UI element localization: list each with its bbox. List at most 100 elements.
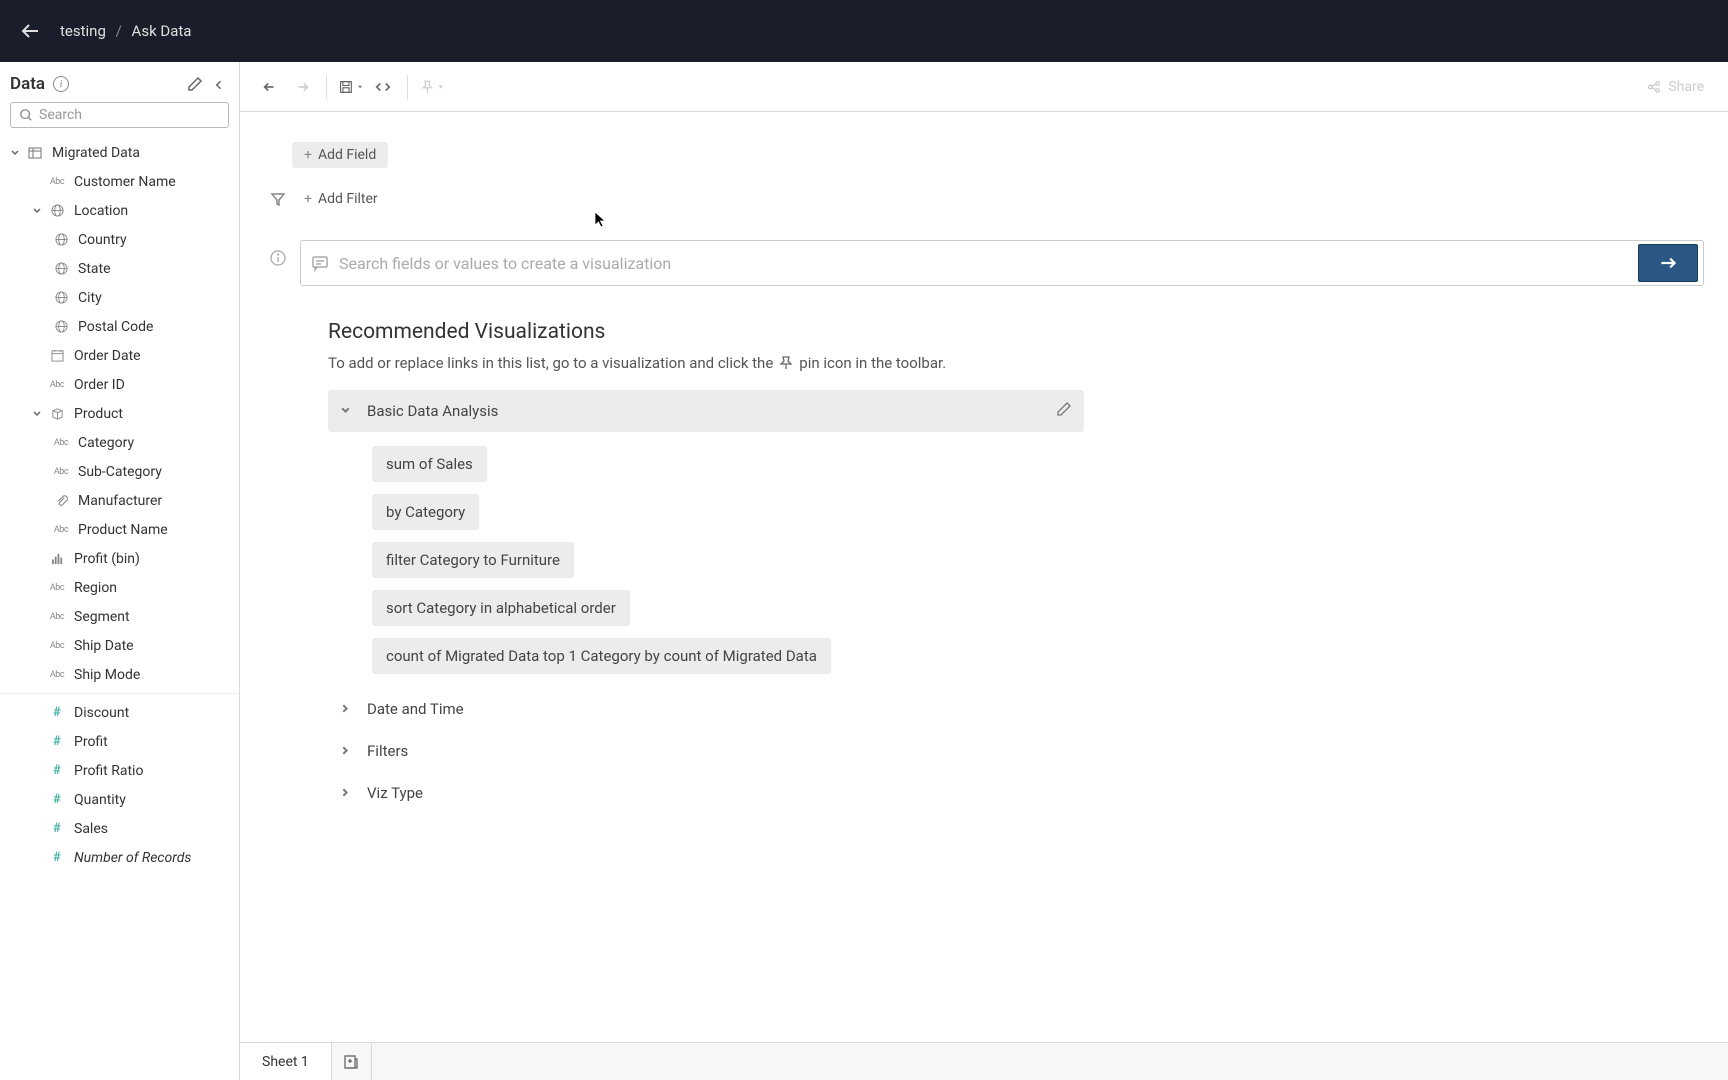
rec-group-header[interactable]: Filters	[328, 730, 1084, 772]
measure-item[interactable]: #Profit	[0, 727, 239, 756]
search-viz-input[interactable]	[339, 254, 1628, 273]
edit-icon[interactable]	[1056, 401, 1072, 421]
text-field-icon: Abc	[48, 378, 66, 392]
field-item[interactable]: Location	[0, 196, 239, 225]
bin-field-icon	[48, 552, 66, 566]
plus-icon: +	[304, 191, 312, 207]
rec-group-header[interactable]: Basic Data Analysis	[328, 390, 1084, 432]
number-field-icon: #	[48, 735, 66, 749]
undo-button[interactable]	[254, 71, 286, 103]
toolbar-separator	[326, 75, 327, 99]
add-sheet-button[interactable]	[332, 1043, 372, 1080]
field-item[interactable]: AbcRegion	[0, 573, 239, 602]
field-item[interactable]: AbcProduct Name	[0, 515, 239, 544]
field-item[interactable]: Postal Code	[0, 312, 239, 341]
rec-suggestion-chip[interactable]: filter Category to Furniture	[372, 542, 574, 578]
field-label: Number of Records	[74, 850, 191, 866]
sidebar-search[interactable]	[10, 102, 229, 128]
field-item[interactable]: AbcSegment	[0, 602, 239, 631]
field-label: Sub-Category	[78, 464, 162, 480]
measure-item[interactable]: #Quantity	[0, 785, 239, 814]
number-field-icon: #	[48, 851, 66, 865]
field-label: Customer Name	[74, 174, 176, 190]
datasource-label: Migrated Data	[52, 145, 140, 161]
breadcrumb: testing / Ask Data	[60, 22, 191, 40]
text-field-icon: Abc	[48, 175, 66, 189]
measure-item[interactable]: #Discount	[0, 698, 239, 727]
add-field-button[interactable]: + Add Field	[292, 142, 388, 168]
field-label: Ship Mode	[74, 667, 140, 683]
info-icon[interactable]: i	[53, 76, 69, 92]
share-label: Share	[1668, 79, 1704, 95]
field-label: State	[78, 261, 111, 277]
field-label: Profit Ratio	[74, 763, 143, 779]
chevron-icon	[340, 784, 351, 802]
field-label: Segment	[74, 609, 130, 625]
measure-item[interactable]: # Number of Records	[0, 843, 239, 872]
text-field-icon: Abc	[48, 668, 66, 682]
field-item[interactable]: Abc Ship Mode	[0, 660, 239, 689]
field-tree: Migrated Data Abc Customer Name Location Co…	[0, 136, 239, 874]
field-label: Profit (bin)	[74, 551, 140, 567]
pin-dropdown-button	[416, 71, 448, 103]
field-item[interactable]: Manufacturer	[0, 486, 239, 515]
save-dropdown-button[interactable]	[335, 71, 367, 103]
measure-item[interactable]: #Sales	[0, 814, 239, 843]
share-icon	[1646, 79, 1662, 95]
field-item[interactable]: Profit (bin)	[0, 544, 239, 573]
recommendations-title: Recommended Visualizations	[328, 320, 1084, 344]
field-item[interactable]: City	[0, 283, 239, 312]
breadcrumb-root[interactable]: testing	[60, 22, 106, 40]
submit-button[interactable]	[1638, 244, 1698, 282]
info-icon[interactable]	[264, 250, 292, 266]
rec-suggestion-chip[interactable]: count of Migrated Data top 1 Category by…	[372, 638, 831, 674]
field-item[interactable]: State	[0, 254, 239, 283]
field-label: Country	[78, 232, 127, 248]
share-button: Share	[1646, 79, 1704, 95]
product-field-icon	[48, 407, 66, 421]
recommendations-desc: To add or replace links in this list, go…	[328, 354, 1084, 372]
rec-suggestion-chip[interactable]: by Category	[372, 494, 479, 530]
rec-group-label: Filters	[367, 742, 408, 760]
chevron-icon	[340, 700, 351, 718]
sidebar-search-input[interactable]	[39, 107, 220, 123]
number-field-icon: #	[48, 706, 66, 720]
field-item[interactable]: AbcShip Date	[0, 631, 239, 660]
field-item[interactable]: Product	[0, 399, 239, 428]
edit-icon[interactable]	[187, 76, 203, 92]
add-filter-button[interactable]: + Add Filter	[292, 186, 390, 212]
rec-group-header[interactable]: Viz Type	[328, 772, 1084, 814]
back-arrow-icon[interactable]	[18, 19, 42, 43]
measure-item[interactable]: # Profit Ratio	[0, 756, 239, 785]
rec-suggestion-chip[interactable]: sum of Sales	[372, 446, 487, 482]
field-item[interactable]: AbcOrder ID	[0, 370, 239, 399]
field-label: Ship Date	[74, 638, 134, 654]
field-label: Category	[78, 435, 134, 451]
number-field-icon: #	[48, 764, 66, 778]
field-label: City	[78, 290, 102, 306]
field-label: Product	[74, 406, 123, 422]
geo-field-icon	[48, 204, 66, 218]
collapse-sidebar-icon[interactable]	[213, 76, 229, 92]
chevron-down-icon	[30, 204, 44, 218]
attachment-field-icon	[52, 494, 70, 508]
search-icon	[19, 108, 33, 122]
sidebar-title: Data	[10, 74, 45, 94]
chevron-down-icon	[8, 146, 22, 160]
field-item[interactable]: Order Date	[0, 341, 239, 370]
main-content: Share + Add Field + Add Filter	[240, 62, 1728, 1080]
field-item[interactable]: Abc Customer Name	[0, 167, 239, 196]
text-field-icon: Abc	[48, 581, 66, 595]
field-item[interactable]: AbcCategory	[0, 428, 239, 457]
recommendations-section: Recommended Visualizations To add or rep…	[264, 320, 1084, 814]
tab-sheet-1[interactable]: Sheet 1	[240, 1043, 332, 1080]
code-button[interactable]	[367, 71, 399, 103]
field-item[interactable]: Country	[0, 225, 239, 254]
field-item[interactable]: AbcSub-Category	[0, 457, 239, 486]
rec-suggestion-chip[interactable]: sort Category in alphabetical order	[372, 590, 630, 626]
datasource-root[interactable]: Migrated Data	[0, 138, 239, 167]
field-label: Location	[74, 203, 128, 219]
rec-group-header[interactable]: Date and Time	[328, 688, 1084, 730]
chevron-icon	[340, 402, 351, 420]
field-label: Manufacturer	[78, 493, 162, 509]
